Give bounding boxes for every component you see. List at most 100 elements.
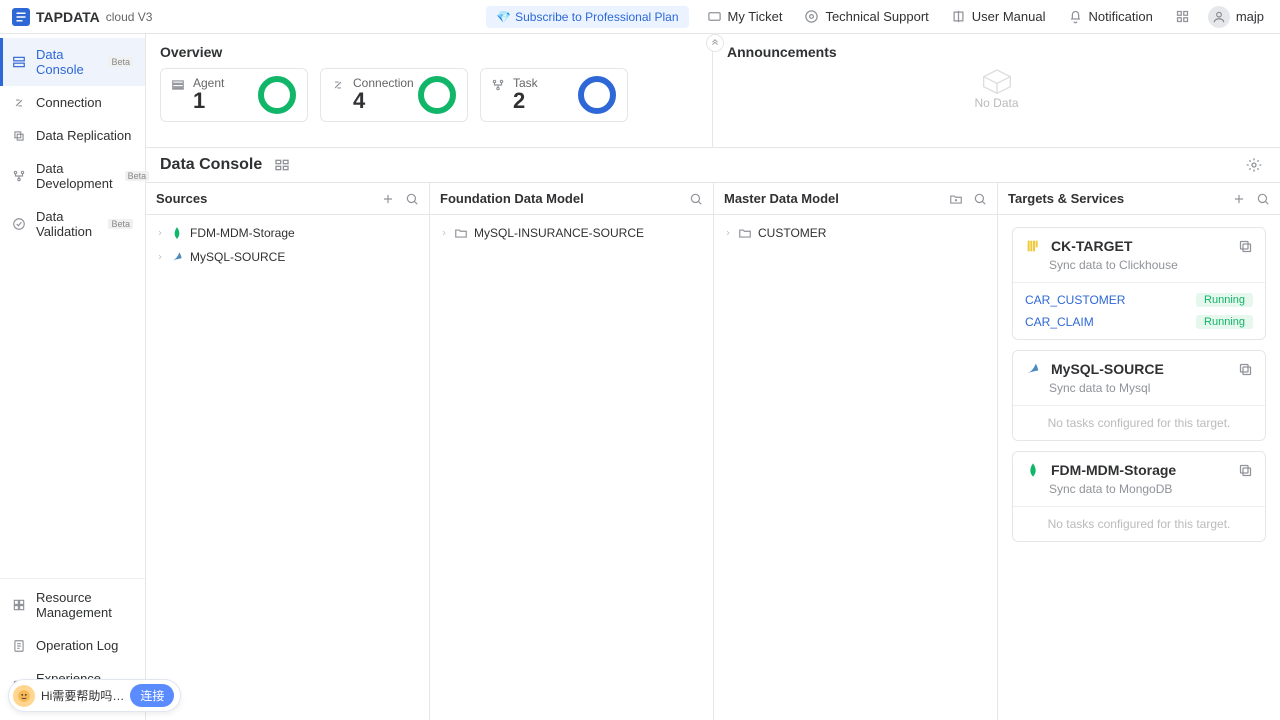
folder-icon [738,226,752,240]
console-icon [12,55,26,69]
copy-icon[interactable] [1238,239,1253,254]
master-item[interactable]: CUSTOMER [718,221,993,245]
foundation-item[interactable]: MySQL-INSURANCE-SOURCE [434,221,709,245]
sidebar-item-label: Connection [36,95,102,110]
sidebar-item-operation-log[interactable]: Operation Log [0,629,145,662]
sidebar-item-data-development[interactable]: Data Development Beta [0,152,145,200]
status-badge: Running [1196,293,1253,307]
mysql-icon [170,250,184,264]
mongodb-icon [170,226,184,240]
column-sources: Sources FDM-MDM-Storage MySQL-SOURCE [146,183,430,720]
overview-panel: Overview Agent 1 [146,34,712,147]
search-icon[interactable] [1256,192,1270,206]
development-icon [12,169,26,183]
chevron-right-icon [724,229,732,237]
overview-strip: Overview Agent 1 [146,34,1280,148]
new-folder-icon[interactable] [949,192,963,206]
view-toggle-icon[interactable] [274,157,290,173]
chevron-right-icon [156,229,164,237]
target-subtitle: Sync data to MongoDB [1013,482,1265,506]
foundation-tree: MySQL-INSURANCE-SOURCE [430,215,713,720]
target-subtitle: Sync data to Clickhouse [1013,258,1265,282]
announcements-title: Announcements [727,44,1266,60]
card-value: 2 [513,88,538,114]
collapse-button[interactable] [706,34,724,52]
data-console-head: Data Console [146,148,1280,182]
target-card-fdm: FDM-MDM-Storage Sync data to MongoDB No … [1012,451,1266,542]
beta-badge: Beta [108,57,133,67]
connection-icon [12,96,26,110]
sidebar-item-label: Data Console [36,47,96,77]
product-name: TAPDATA [36,9,100,25]
chevron-up-icon [710,38,720,48]
validation-icon [12,217,26,231]
help-connect-button[interactable]: 连接 [130,684,174,707]
support-icon [804,9,819,24]
notification-label: Notification [1089,9,1153,24]
sidebar-item-connection[interactable]: Connection [0,86,145,119]
beta-badge: Beta [108,219,133,229]
target-empty: No tasks configured for this target. [1013,506,1265,541]
card-value: 4 [353,88,414,114]
sidebar-item-data-validation[interactable]: Data Validation Beta [0,200,145,248]
my-ticket-label: My Ticket [728,9,783,24]
subscribe-label: Subscribe to Professional Plan [515,10,678,24]
empty-box-icon [977,66,1017,94]
technical-support-link[interactable]: Technical Support [804,9,928,24]
connection-card-icon [331,78,345,92]
help-bubble[interactable]: Hi需要帮助吗… 连接 [8,679,181,712]
agent-icon [171,78,185,92]
product-variant: cloud V3 [106,10,153,24]
sidebar-item-data-replication[interactable]: Data Replication [0,119,145,152]
column-foundation: Foundation Data Model MySQL-INSURANCE-SO… [430,183,714,720]
sidebar-item-data-console[interactable]: Data Console Beta [0,38,145,86]
my-ticket-link[interactable]: My Ticket [707,9,783,24]
tree-label: CUSTOMER [758,226,826,240]
column-head-foundation: Foundation Data Model [430,183,713,215]
data-console-title: Data Console [160,156,262,174]
announcements-panel: Announcements No Data [712,34,1280,147]
source-item-fdm[interactable]: FDM-MDM-Storage [150,221,425,245]
fullscreen-icon[interactable] [1175,9,1190,24]
sources-tree: FDM-MDM-Storage MySQL-SOURCE [146,215,429,720]
logo[interactable]: TAPDATA [12,8,100,26]
avatar[interactable] [1208,6,1230,28]
tree-label: FDM-MDM-Storage [190,226,295,240]
targets-list: CK-TARGET Sync data to Clickhouse CAR_CU… [998,215,1280,720]
user-manual-link[interactable]: User Manual [951,9,1046,24]
diamond-icon: 💎 [496,10,511,24]
card-task[interactable]: Task 2 [480,68,628,122]
copy-icon[interactable] [1238,463,1253,478]
bell-icon [1068,9,1083,24]
mysql-icon [1025,361,1041,377]
manual-icon [951,9,966,24]
empty-text: No Data [974,96,1018,110]
technical-support-label: Technical Support [825,9,928,24]
task-row: CAR_CLAIM Running [1025,311,1253,333]
settings-icon[interactable] [1246,157,1262,173]
search-icon[interactable] [973,192,987,206]
task-link[interactable]: CAR_CLAIM [1025,315,1094,329]
source-item-mysql[interactable]: MySQL-SOURCE [150,245,425,269]
card-connection[interactable]: Connection 4 [320,68,468,122]
target-card-ck: CK-TARGET Sync data to Clickhouse CAR_CU… [1012,227,1266,340]
copy-icon[interactable] [1238,362,1253,377]
target-card-mysql: MySQL-SOURCE Sync data to Mysql No tasks… [1012,350,1266,441]
task-link[interactable]: CAR_CUSTOMER [1025,293,1125,307]
notification-link[interactable]: Notification [1068,9,1153,24]
add-icon[interactable] [381,192,395,206]
user-icon [1212,10,1226,24]
card-agent[interactable]: Agent 1 [160,68,308,122]
sidebar-item-label: Data Development [36,161,113,191]
username[interactable]: majp [1236,9,1264,24]
sidebar-item-resource-management[interactable]: Resource Management [0,581,145,629]
subscribe-button[interactable]: 💎 Subscribe to Professional Plan [486,6,688,28]
app-header: TAPDATA cloud V3 💎 Subscribe to Professi… [0,0,1280,34]
search-icon[interactable] [689,192,703,206]
column-master: Master Data Model CUSTOMER [714,183,998,720]
column-head-sources: Sources [146,183,429,215]
search-icon[interactable] [405,192,419,206]
column-title: Master Data Model [724,191,939,206]
add-icon[interactable] [1232,192,1246,206]
chevron-right-icon [156,253,164,261]
